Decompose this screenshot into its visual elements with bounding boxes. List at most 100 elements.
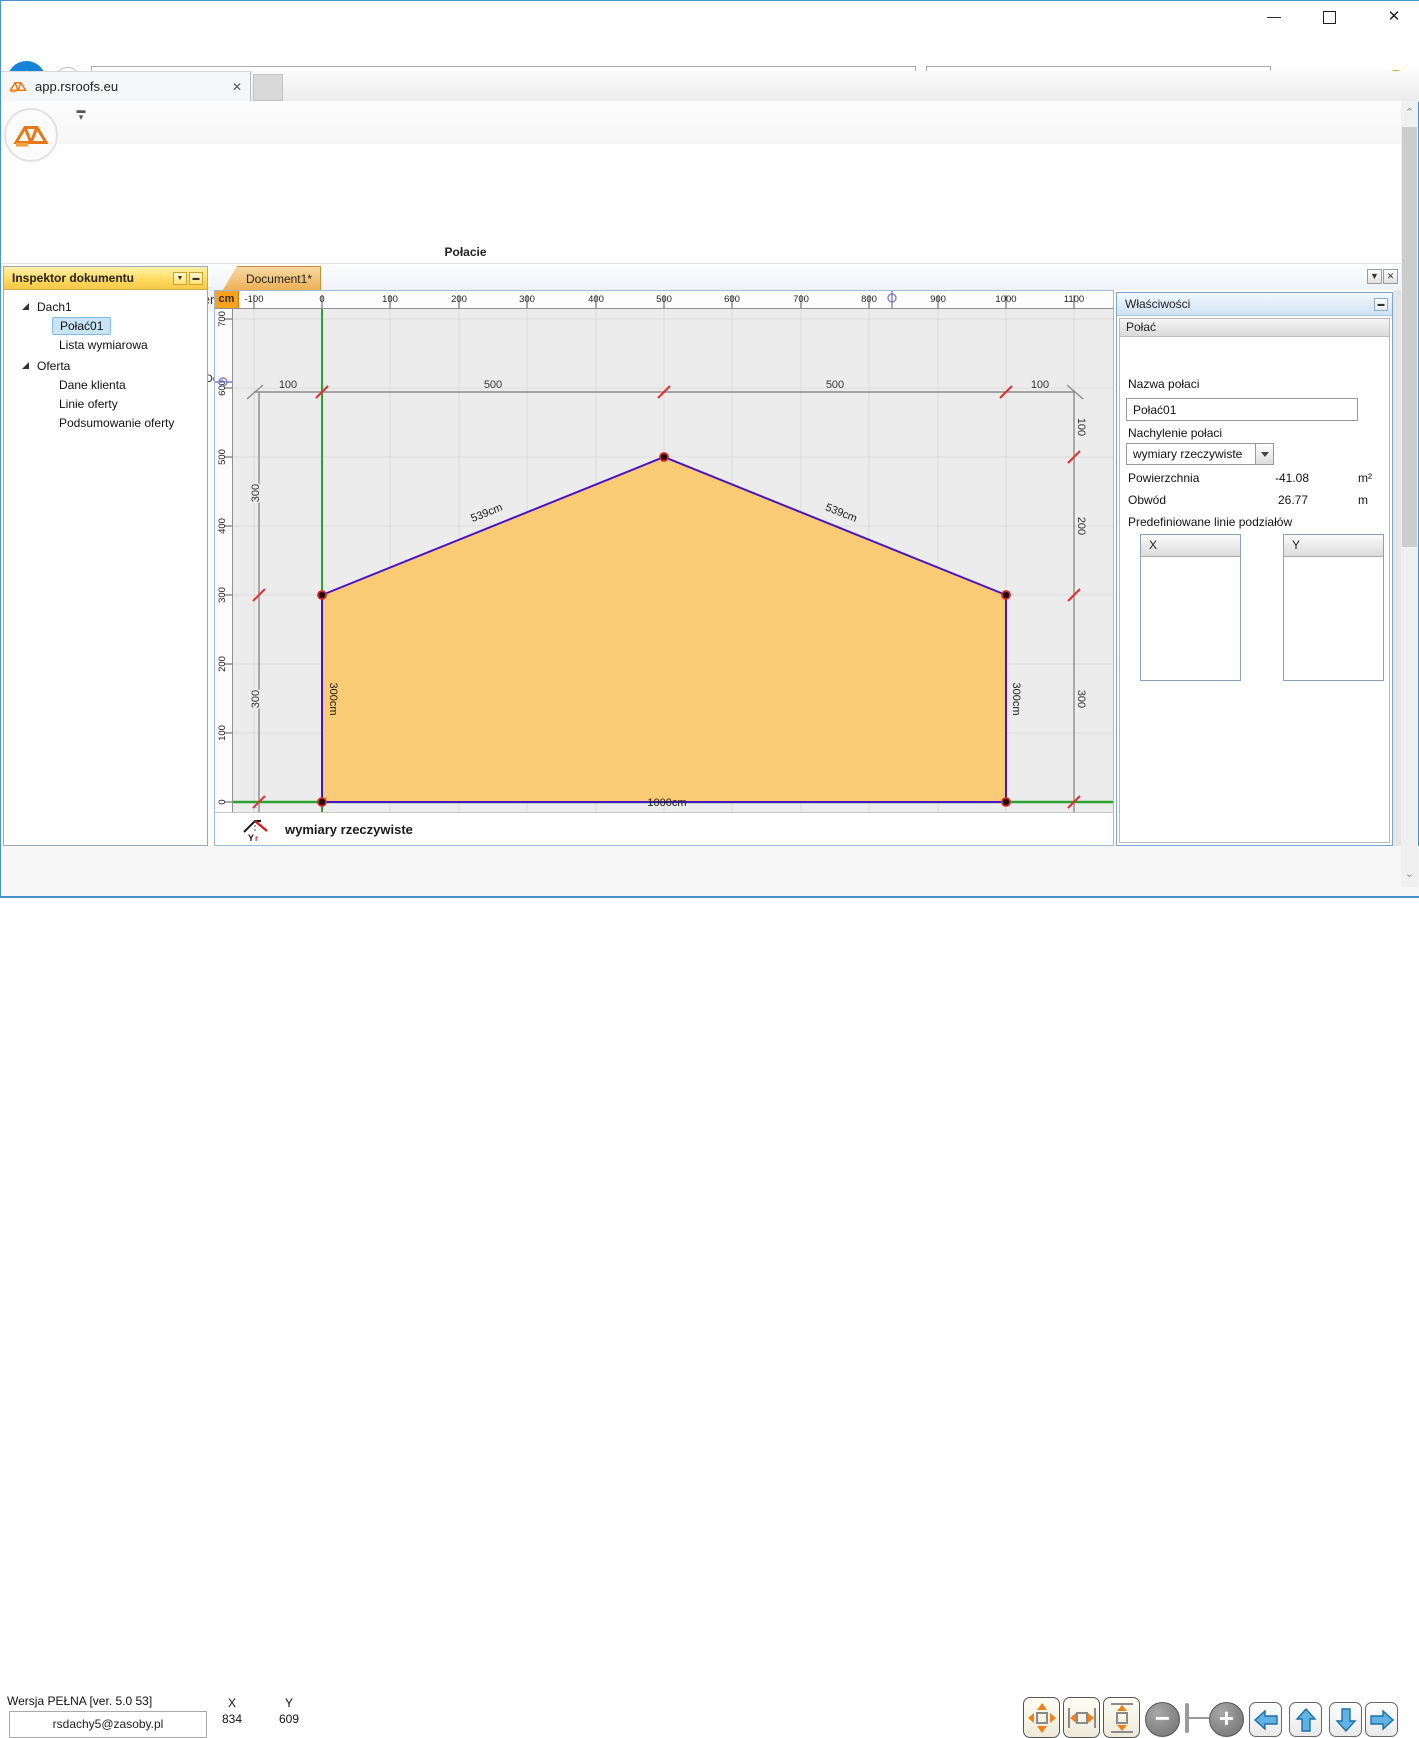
svg-text:Y: Y: [248, 833, 254, 842]
tree-item-oferta[interactable]: Oferta: [4, 356, 207, 375]
new-tab-button[interactable]: [253, 74, 283, 101]
app-header-strip: [1, 101, 1401, 144]
perimeter-value: 26.77: [1278, 493, 1308, 507]
ribbon-collapse-icon[interactable]: ▬▾: [71, 107, 91, 121]
properties-collapse-button[interactable]: ▬: [1374, 298, 1388, 311]
tab-close-icon[interactable]: ✕: [232, 80, 242, 94]
properties-header[interactable]: Właściwości ▬: [1117, 293, 1392, 316]
zoom-in-button[interactable]: +: [1209, 1702, 1244, 1737]
slope-mode-select-caret[interactable]: [1256, 443, 1274, 465]
properties-panel: Właściwości ▬ Połać Nazwa połaci Nachyle…: [1116, 292, 1393, 846]
svg-text:300: 300: [250, 484, 262, 502]
predefined-divisions-label: Predefiniowane linie podziałów: [1128, 515, 1292, 529]
cursor-x-readout: X 834: [210, 1695, 254, 1727]
svg-text:1000: 1000: [995, 294, 1016, 305]
area-label: Powierzchnia: [1128, 471, 1199, 485]
panel-gap: [1393, 290, 1401, 846]
version-label: Wersja PEŁNA [ver. 5.0 53]: [7, 1694, 152, 1708]
page-scrollbar[interactable]: ⌃ ⌄: [1401, 101, 1418, 887]
inspector-tree: Dach1 Połać01 Lista wymiarowa Oferta Dan…: [4, 297, 207, 432]
inspector-collapse-button[interactable]: ▬: [189, 272, 203, 285]
title-bar: — ✕: [1, 1, 1419, 31]
arrow-left-icon: [1253, 1709, 1279, 1731]
fit-width-icon: [1067, 1702, 1097, 1734]
tree-item-linie-oferty[interactable]: Linie oferty: [4, 394, 207, 413]
slope-name-input[interactable]: [1126, 398, 1358, 421]
x-value: 834: [210, 1711, 254, 1727]
svg-text:300cm: 300cm: [327, 682, 339, 715]
document-tab[interactable]: Document1*: [223, 266, 321, 290]
svg-text:500: 500: [484, 379, 502, 391]
app-logo[interactable]: [4, 108, 58, 162]
minimize-button[interactable]: —: [1259, 9, 1289, 25]
drawing-area[interactable]: 100 500 500 100 300 300 100 200 300 539c…: [233, 309, 1113, 812]
tree-item-dane-klienta[interactable]: Dane klienta: [4, 375, 207, 394]
svg-text:1000cm: 1000cm: [647, 797, 686, 809]
document-close-button[interactable]: ✕: [1383, 269, 1398, 284]
svg-text:100: 100: [1031, 379, 1049, 391]
zoom-slider-track[interactable]: [1189, 1717, 1209, 1719]
zoom-fit-button[interactable]: [1023, 1697, 1060, 1738]
inspector-dropdown-button[interactable]: ▼: [173, 272, 187, 285]
perimeter-label: Obwód: [1128, 493, 1166, 507]
close-button[interactable]: ✕: [1379, 9, 1409, 25]
properties-section-bar: Połać: [1120, 319, 1389, 337]
inspector-title: Inspektor dokumentu: [12, 271, 171, 285]
svg-text:200: 200: [217, 656, 228, 672]
pan-left-button[interactable]: [1249, 1702, 1282, 1737]
browser-window: — ✕ ▾: [0, 0, 1419, 898]
mode-label: wymiary rzeczywiste: [285, 822, 413, 837]
svg-text:100: 100: [217, 725, 228, 741]
fit-height-button[interactable]: [1103, 1697, 1140, 1738]
pan-up-button[interactable]: [1289, 1702, 1322, 1737]
canvas-footer: Y r wymiary rzeczywiste: [215, 812, 1113, 845]
fit-all-icon: [1027, 1702, 1057, 1734]
tree-expander-icon[interactable]: [22, 362, 29, 369]
zoom-out-button[interactable]: −: [1145, 1702, 1180, 1737]
inspector-header[interactable]: Inspektor dokumentu ▼ ▬: [4, 267, 207, 290]
svg-text:300cm: 300cm: [1010, 682, 1022, 715]
perimeter-unit: m: [1358, 493, 1368, 507]
y-label: Y: [267, 1695, 311, 1711]
hruler-cursor-marker: [888, 291, 896, 308]
ribbon: Wybierz Narysuj kształt R: [1, 169, 1401, 243]
real-dimensions-icon: Y r: [241, 816, 271, 842]
arrow-right-icon: [1369, 1709, 1395, 1731]
tree-item-podsumowanie-oferty[interactable]: Podsumowanie oferty: [4, 413, 207, 432]
svg-text:300: 300: [1075, 690, 1087, 708]
scrollbar-thumb[interactable]: [1402, 127, 1417, 547]
arrow-up-icon: [1295, 1707, 1317, 1733]
tree-item-lista-wymiarowa[interactable]: Lista wymiarowa: [4, 335, 207, 354]
svg-text:400: 400: [217, 518, 228, 534]
tree-item-polac01[interactable]: Połać01: [4, 316, 207, 335]
user-email-field[interactable]: rsdachy5@zasoby.pl: [9, 1711, 207, 1738]
svg-text:200: 200: [1075, 517, 1087, 535]
divisions-x-list[interactable]: X: [1140, 534, 1241, 681]
svg-text:500: 500: [656, 294, 672, 305]
pan-down-button[interactable]: [1329, 1702, 1362, 1737]
tree-item-dach1[interactable]: Dach1: [4, 297, 207, 316]
divisions-y-list[interactable]: Y: [1283, 534, 1384, 681]
slope-mode-select[interactable]: wymiary rzeczywiste: [1126, 443, 1256, 465]
tree-expander-icon[interactable]: [22, 303, 29, 310]
divisions-x-header: X: [1141, 535, 1240, 557]
fit-width-button[interactable]: [1063, 1697, 1100, 1738]
svg-text:600: 600: [724, 294, 740, 305]
svg-text:500: 500: [217, 449, 228, 465]
unit-button[interactable]: cm: [215, 291, 239, 309]
svg-text:100: 100: [279, 379, 297, 391]
svg-text:500: 500: [826, 379, 844, 391]
svg-text:1100: 1100: [1064, 294, 1084, 305]
vertical-ruler: 700 600 500 400 300 200 100 0: [215, 309, 233, 812]
maximize-button[interactable]: [1323, 11, 1336, 24]
svg-text:800: 800: [861, 294, 877, 305]
scroll-down-icon[interactable]: ⌄: [1401, 866, 1418, 883]
slope-angle-label: Nachylenie połaci: [1128, 426, 1222, 440]
svg-text:300: 300: [519, 294, 535, 305]
document-list-dropdown-button[interactable]: ▼: [1367, 269, 1382, 284]
pan-right-button[interactable]: [1365, 1702, 1398, 1737]
scroll-up-icon[interactable]: ⌃: [1401, 105, 1418, 122]
horizontal-ruler: -1000 100200 300400 500600 700800 900100…: [239, 291, 1113, 309]
browser-tab[interactable]: app.rsroofs.eu ✕: [1, 71, 251, 101]
svg-text:700: 700: [793, 294, 809, 305]
